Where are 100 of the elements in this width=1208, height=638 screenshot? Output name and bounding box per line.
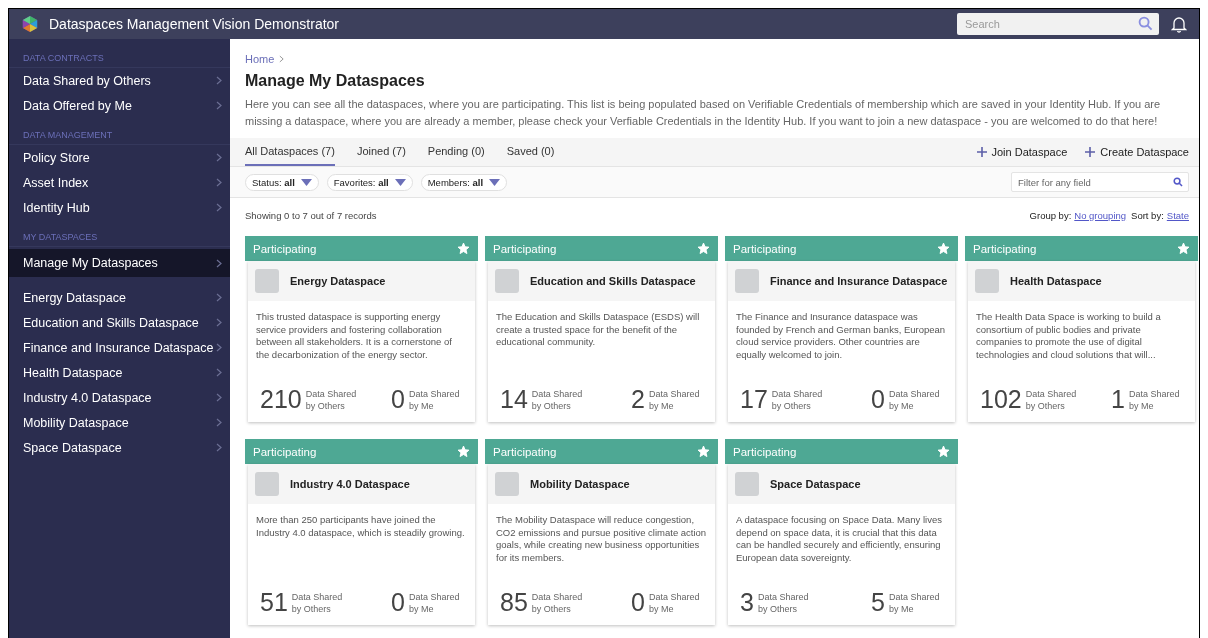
stat-value: 0	[871, 385, 885, 414]
star-icon[interactable]	[697, 242, 710, 255]
option-link[interactable]: No grouping	[1074, 209, 1127, 221]
sidebar-item[interactable]: Policy Store	[9, 145, 230, 170]
status-label: Participating	[733, 445, 797, 458]
app-title: Dataspaces Management Vision Demonstrator	[49, 16, 340, 32]
option-label: Sort by:	[1131, 209, 1164, 221]
sidebar-item[interactable]: Health Dataspace	[9, 360, 230, 385]
sidebar-item[interactable]: Asset Index	[9, 170, 230, 195]
filter-dropdown[interactable]: Members: all	[420, 173, 508, 191]
stat-label: Data Shared by Others	[531, 387, 584, 412]
sidebar-item[interactable]: Manage My Dataspaces	[9, 249, 230, 277]
action-button[interactable]: Join Dataspace	[976, 138, 1068, 166]
option-label: Group by:	[1029, 209, 1072, 221]
dataspace-logo-icon	[255, 472, 279, 496]
dataspace-logo-icon	[975, 269, 999, 293]
stat-value: 210	[260, 385, 302, 414]
plus-icon	[1085, 147, 1096, 157]
stat-value: 0	[631, 588, 645, 617]
stat-label: Data Shared by Me	[1129, 387, 1181, 412]
dataspace-logo-icon	[735, 472, 759, 496]
sidebar-item[interactable]: Industry 4.0 Dataspace	[9, 385, 230, 410]
filter-dropdown[interactable]: Favorites: all	[326, 173, 413, 191]
stat-label: Data Shared by Me	[649, 387, 701, 412]
stat-value: 0	[391, 588, 405, 617]
filter-dropdown[interactable]: Status: all	[245, 173, 319, 191]
chevron-right-icon	[216, 101, 222, 110]
sidebar-item[interactable]: Energy Dataspace	[9, 285, 230, 310]
stat-value: 51	[260, 588, 288, 617]
chevron-right-icon	[216, 153, 222, 162]
dataspace-logo-icon	[735, 269, 759, 293]
chevron-right-icon	[216, 418, 222, 427]
card-title: Industry 4.0 Dataspace	[290, 478, 410, 490]
stat-value: 85	[500, 588, 528, 617]
stat-label: Data Shared by Others	[1025, 387, 1078, 412]
card-description: The Health Data Space is working to build a consortium of public bodies and private companies to promote the use of digital technologies and cloud solutions that will...	[975, 310, 1162, 362]
sidebar-item[interactable]: Data Offered by Me	[9, 93, 230, 118]
star-icon[interactable]	[697, 445, 710, 458]
sidebar-item[interactable]: Education and Skills Dataspace	[9, 310, 230, 335]
tab[interactable]: Saved (0)	[506, 138, 555, 166]
stat-label: Data Shared by Me	[409, 387, 461, 412]
search-icon[interactable]	[1138, 16, 1153, 31]
status-label: Participating	[493, 445, 557, 458]
star-icon[interactable]	[937, 445, 950, 458]
option-link[interactable]: State	[1166, 209, 1189, 221]
search-icon[interactable]	[1173, 177, 1183, 187]
stat-value: 2	[631, 385, 645, 414]
dataspace-logo-icon	[495, 472, 519, 496]
card-description: The Finance and Insurance dataspace was founded by French and German banks, European cloud service providers. Other countries are equally welcomed to join.	[735, 310, 947, 362]
section-heading: DATA CONTRACTS	[9, 45, 230, 68]
star-icon[interactable]	[457, 242, 470, 255]
stat-label: Data Shared by Me	[409, 590, 461, 615]
tab[interactable]: Joined (7)	[356, 138, 406, 166]
stat-label: Data Shared by Others	[291, 590, 344, 615]
stat-label: Data Shared by Others	[771, 387, 824, 412]
breadcrumb-link[interactable]: Home	[245, 53, 275, 65]
stat-label: Data Shared by Others	[305, 387, 358, 412]
sidebar-item[interactable]: Data Shared by Others	[9, 68, 230, 93]
section-heading: DATA MANAGEMENT	[9, 122, 230, 145]
stat-label: Data Shared by Others	[757, 590, 810, 615]
status-label: Participating	[733, 242, 797, 255]
chevron-right-icon	[279, 55, 285, 63]
star-icon[interactable]	[457, 445, 470, 458]
action-button[interactable]: Create Dataspace	[1085, 138, 1189, 166]
status-label: Participating	[253, 445, 317, 458]
records-count: Showing 0 to 7 out of 7 records	[245, 209, 377, 221]
chevron-right-icon	[216, 393, 222, 402]
status-label: Participating	[253, 242, 317, 255]
stat-label: Data Shared by Others	[531, 590, 584, 615]
card-title: Health Dataspace	[1010, 275, 1102, 287]
star-icon[interactable]	[1177, 242, 1190, 255]
star-icon[interactable]	[937, 242, 950, 255]
bell-icon[interactable]	[1171, 15, 1187, 33]
card-description: More than 250 participants have joined the Industry 4.0 dataspace, which is steadily growing.	[255, 513, 466, 540]
chevron-right-icon	[216, 343, 222, 352]
caret-down-icon	[489, 178, 501, 186]
dataspace-logo-icon	[255, 269, 279, 293]
card-description: The Mobility Dataspace will reduce congestion, CO2 emissions and pursue positive climate action goals, while creating new business opportunities for its members.	[495, 513, 708, 565]
stat-value: 14	[500, 385, 528, 414]
section-heading: MY DATASPACES	[9, 224, 230, 247]
sidebar-item[interactable]: Identity Hub	[9, 195, 230, 220]
sidebar-item[interactable]: Space Dataspace	[9, 435, 230, 460]
caret-down-icon	[300, 178, 312, 186]
filter-field[interactable]: Filter for any field	[1011, 172, 1189, 192]
chevron-right-icon	[216, 318, 222, 327]
status-label: Participating	[973, 242, 1037, 255]
logo-icon	[21, 15, 39, 33]
chevron-right-icon	[216, 203, 222, 212]
search-field[interactable]: Search	[957, 13, 1159, 35]
chevron-right-icon	[216, 258, 222, 268]
card-description: The Education and Skills Dataspace (ESDS) will create a trusted space for the benefit of the educational community.	[495, 310, 701, 349]
card-title: Finance and Insurance Dataspace	[770, 275, 948, 287]
chevron-right-icon	[216, 443, 222, 452]
chevron-right-icon	[216, 293, 222, 302]
tab[interactable]: Pending (0)	[427, 138, 485, 166]
stat-value: 102	[980, 385, 1022, 414]
sidebar-item[interactable]: Mobility Dataspace	[9, 410, 230, 435]
caret-down-icon	[394, 178, 406, 186]
card-description: This trusted dataspace is supporting energy service providers and fostering collaboration between all stakeholders. It is a cornerstone of the decarbonization of the energy sector.	[255, 310, 453, 362]
sidebar-item[interactable]: Finance and Insurance Dataspace	[9, 335, 230, 360]
